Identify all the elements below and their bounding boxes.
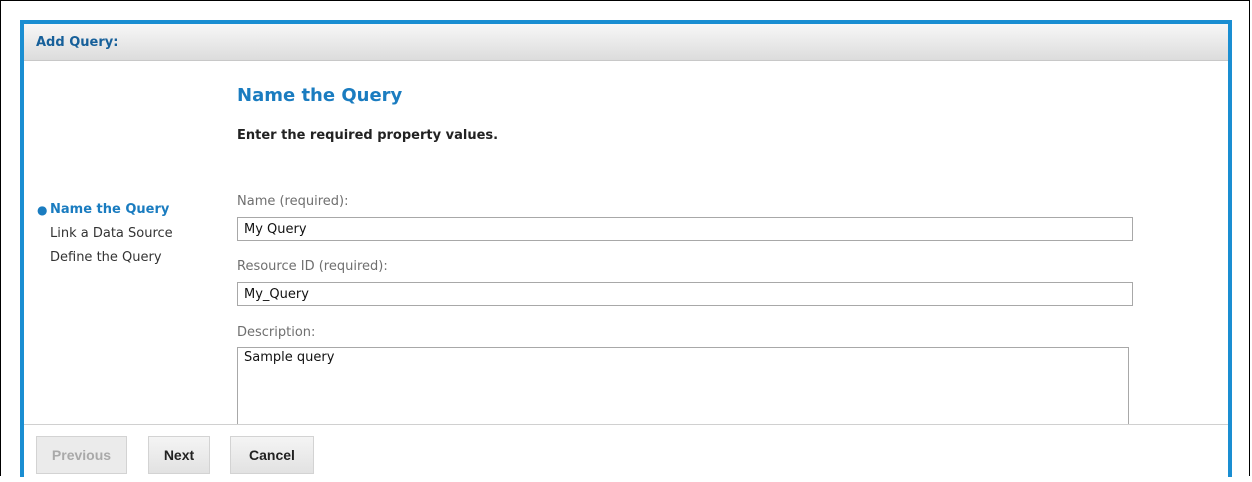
step-link-data-source[interactable]: Link a Data Source [37,222,173,246]
step-label: Name the Query [50,202,170,217]
previous-button[interactable]: Previous [36,436,127,474]
description-textarea[interactable]: Sample query [237,347,1129,426]
name-field-label: Name (required): [237,194,349,209]
name-input[interactable] [237,217,1133,241]
dialog-header: Add Query: [24,24,1228,61]
description-field-label: Description: [237,325,316,340]
bullet-icon: ● [37,203,48,217]
instructions-text: Enter the required property values. [237,128,499,143]
add-query-dialog: Add Query: ● Name the Query Link a Data … [20,20,1232,482]
dialog-title: Add Query: [36,34,119,50]
section-title: Name the Query [237,85,403,106]
step-define-query[interactable]: Define the Query [37,246,173,270]
dialog-footer: Previous Next Cancel [24,424,1228,482]
next-button[interactable]: Next [148,436,210,474]
cancel-button[interactable]: Cancel [230,436,314,474]
step-label: Link a Data Source [50,226,173,241]
step-name-the-query[interactable]: ● Name the Query [37,198,173,222]
wizard-steps: ● Name the Query Link a Data Source Defi… [37,198,173,270]
step-label: Define the Query [50,250,162,265]
resource-id-input[interactable] [237,282,1133,306]
resource-id-field-label: Resource ID (required): [237,259,388,274]
dialog-body: ● Name the Query Link a Data Source Defi… [24,61,1228,426]
